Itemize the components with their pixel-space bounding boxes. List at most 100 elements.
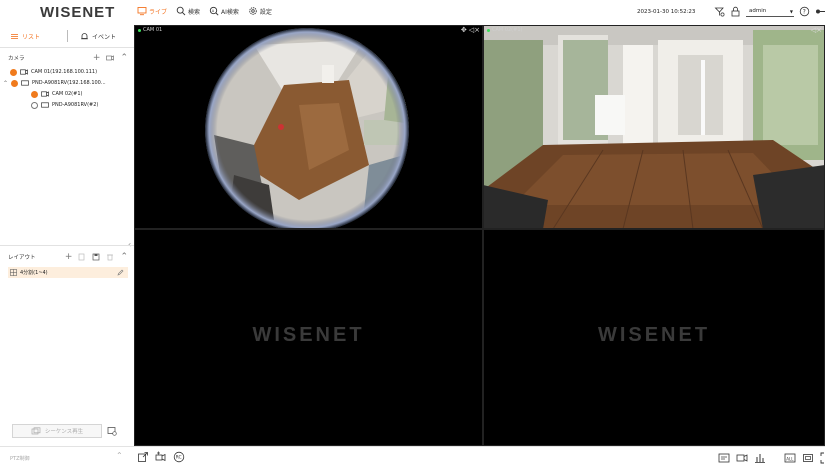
tree-item-label: PND-A9081RV(192.168.100... [32, 80, 106, 86]
camera-section-tools: + ⌃ [93, 52, 128, 64]
layout-section-header: レイアウト + ⌃ [8, 251, 128, 263]
split-all-icon[interactable]: ALL [784, 452, 796, 464]
camera-status-icon[interactable] [736, 452, 748, 464]
grid-layout-icon [10, 269, 17, 276]
main-nav: ライブ 検索 A AI検索 設定 [137, 6, 272, 16]
top-bar: WISENET ライブ 検索 A AI検索 設定 2023-01-30 10:5… [0, 0, 825, 25]
video-tile-4[interactable]: WISENET [483, 229, 825, 446]
tile-controls: ✥ ◁× [461, 26, 480, 34]
nav-live[interactable]: ライブ [137, 6, 167, 16]
svg-text:RC: RC [176, 455, 182, 461]
mute-icon[interactable]: ◁× [811, 26, 822, 34]
camera-label-text: CAM 01 [143, 27, 163, 33]
statistics-icon[interactable] [754, 452, 766, 464]
tab-list-label: リスト [22, 33, 41, 41]
live-indicator [487, 28, 490, 32]
list-icon [11, 33, 18, 39]
tree-item-cam02[interactable]: CAM 02(#1) [31, 89, 82, 99]
copy-icon[interactable] [78, 253, 86, 261]
tree-item-pnd-2[interactable]: PND-A9081RV(#2) [31, 100, 98, 110]
layout-item-selected[interactable]: 4分割(1~4) [8, 267, 128, 278]
camera-section-title: カメラ [8, 56, 25, 62]
sidebar-tabs: リスト イベント [0, 28, 134, 44]
video-tile-2[interactable]: CAM 02(#1) ◁× [483, 25, 825, 229]
nvr-device-icon [21, 80, 29, 86]
event-notify-icon[interactable] [714, 6, 725, 17]
nav-search[interactable]: 検索 [176, 6, 200, 16]
svg-text:?: ? [803, 9, 806, 16]
add-icon[interactable]: + [65, 251, 73, 263]
tab-event[interactable]: イベント [80, 32, 116, 41]
video-tile-1[interactable]: CAM 01 ✥ ◁× [134, 25, 483, 229]
monitor-icon [137, 7, 147, 16]
search-icon [176, 6, 186, 16]
video-grid: CAM 01 ✥ ◁× CAM 02(#1) ◁× WISENET WISENE… [134, 25, 825, 446]
collapse-chevron-icon[interactable]: ⌃ [120, 251, 128, 263]
ptz-expand-icon[interactable]: ⌃ [116, 451, 123, 460]
nvr-device-icon [41, 102, 49, 108]
ai-search-icon: A [209, 6, 219, 16]
help-icon[interactable]: ? [799, 6, 810, 17]
status-dot [11, 79, 19, 87]
svg-text:ALL: ALL [786, 456, 794, 461]
svg-text:A: A [212, 9, 215, 13]
camera-icon [20, 69, 28, 75]
camera-section-header: カメラ + ⌃ [8, 52, 128, 64]
tree-item-label: PND-A9081RV(#2) [52, 102, 99, 108]
camera-label: CAM 02(#1) [487, 27, 522, 33]
layout-section-title: レイアウト [8, 255, 36, 261]
camera-label: CAM 01 [138, 27, 162, 33]
camera-settings-icon[interactable] [106, 54, 115, 62]
fisheye-video-feed [134, 25, 483, 229]
add-icon[interactable]: + [93, 52, 101, 64]
logout-icon[interactable] [815, 6, 825, 17]
collapse-chevron-icon[interactable]: ⌃ [120, 52, 128, 64]
tree-item-pnd-group[interactable]: ⌃ PND-A9081RV(192.168.100... [3, 78, 106, 88]
expand-chevron-icon[interactable]: ⌃ [3, 80, 8, 87]
save-icon[interactable] [92, 253, 100, 261]
nav-ai-search[interactable]: A AI検索 [209, 6, 239, 16]
edit-pencil-icon[interactable] [117, 269, 124, 276]
gear-icon [249, 7, 257, 15]
bottom-left-tools: RC [137, 451, 185, 463]
screen-mode-icon[interactable] [802, 452, 814, 464]
divider [0, 245, 134, 246]
nav-settings[interactable]: 設定 [248, 6, 272, 16]
fullscreen-icon[interactable] [820, 452, 825, 464]
camera-add-icon[interactable] [155, 451, 167, 463]
layout-section-tools: + ⌃ [65, 251, 128, 263]
move-icon[interactable]: ✥ [461, 26, 467, 34]
osd-info-icon[interactable] [718, 452, 730, 464]
live-indicator [138, 28, 141, 32]
export-icon[interactable] [137, 451, 149, 463]
ptz-control-label[interactable]: PTZ制御 [10, 455, 30, 462]
tree-item-cam01[interactable]: CAM 01(192.168.100.111) [10, 67, 97, 77]
mute-icon[interactable]: ◁× [469, 26, 480, 34]
bottom-right-tools: ALL [718, 452, 825, 464]
status-dot [31, 101, 38, 109]
top-right-tools: admin ? [714, 6, 825, 17]
bottom-bar: PTZ制御 ⌃ RC ALL [0, 446, 825, 469]
lock-icon[interactable] [730, 6, 741, 17]
nav-settings-label: 設定 [259, 8, 272, 16]
tab-event-label: イベント [92, 33, 117, 41]
status-dot [10, 68, 17, 76]
nvr-live-viewer: WISENET ライブ 検索 A AI検索 設定 2023-01-30 10:5… [0, 0, 825, 469]
wisenet-watermark: WISENET [597, 324, 711, 346]
tree-item-label: CAM 01(192.168.100.111) [31, 69, 98, 75]
divider [0, 47, 134, 48]
status-dot [31, 90, 38, 98]
nav-ai-search-label: AI検索 [221, 8, 239, 16]
trash-icon[interactable] [106, 253, 114, 261]
record-icon[interactable]: RC [173, 451, 185, 463]
datetime: 2023-01-30 10:52:23 [637, 9, 696, 15]
wisenet-logo: WISENET [40, 4, 116, 21]
sequence-settings-icon[interactable] [107, 426, 117, 436]
nav-search-label: 検索 [188, 8, 201, 16]
tile-controls: ◁× [811, 26, 822, 34]
user-select[interactable]: admin [746, 6, 794, 17]
sequence-play-button[interactable]: シーケンス再生 [12, 424, 102, 438]
tab-list[interactable]: リスト [10, 32, 40, 41]
video-tile-3[interactable]: WISENET [134, 229, 483, 446]
